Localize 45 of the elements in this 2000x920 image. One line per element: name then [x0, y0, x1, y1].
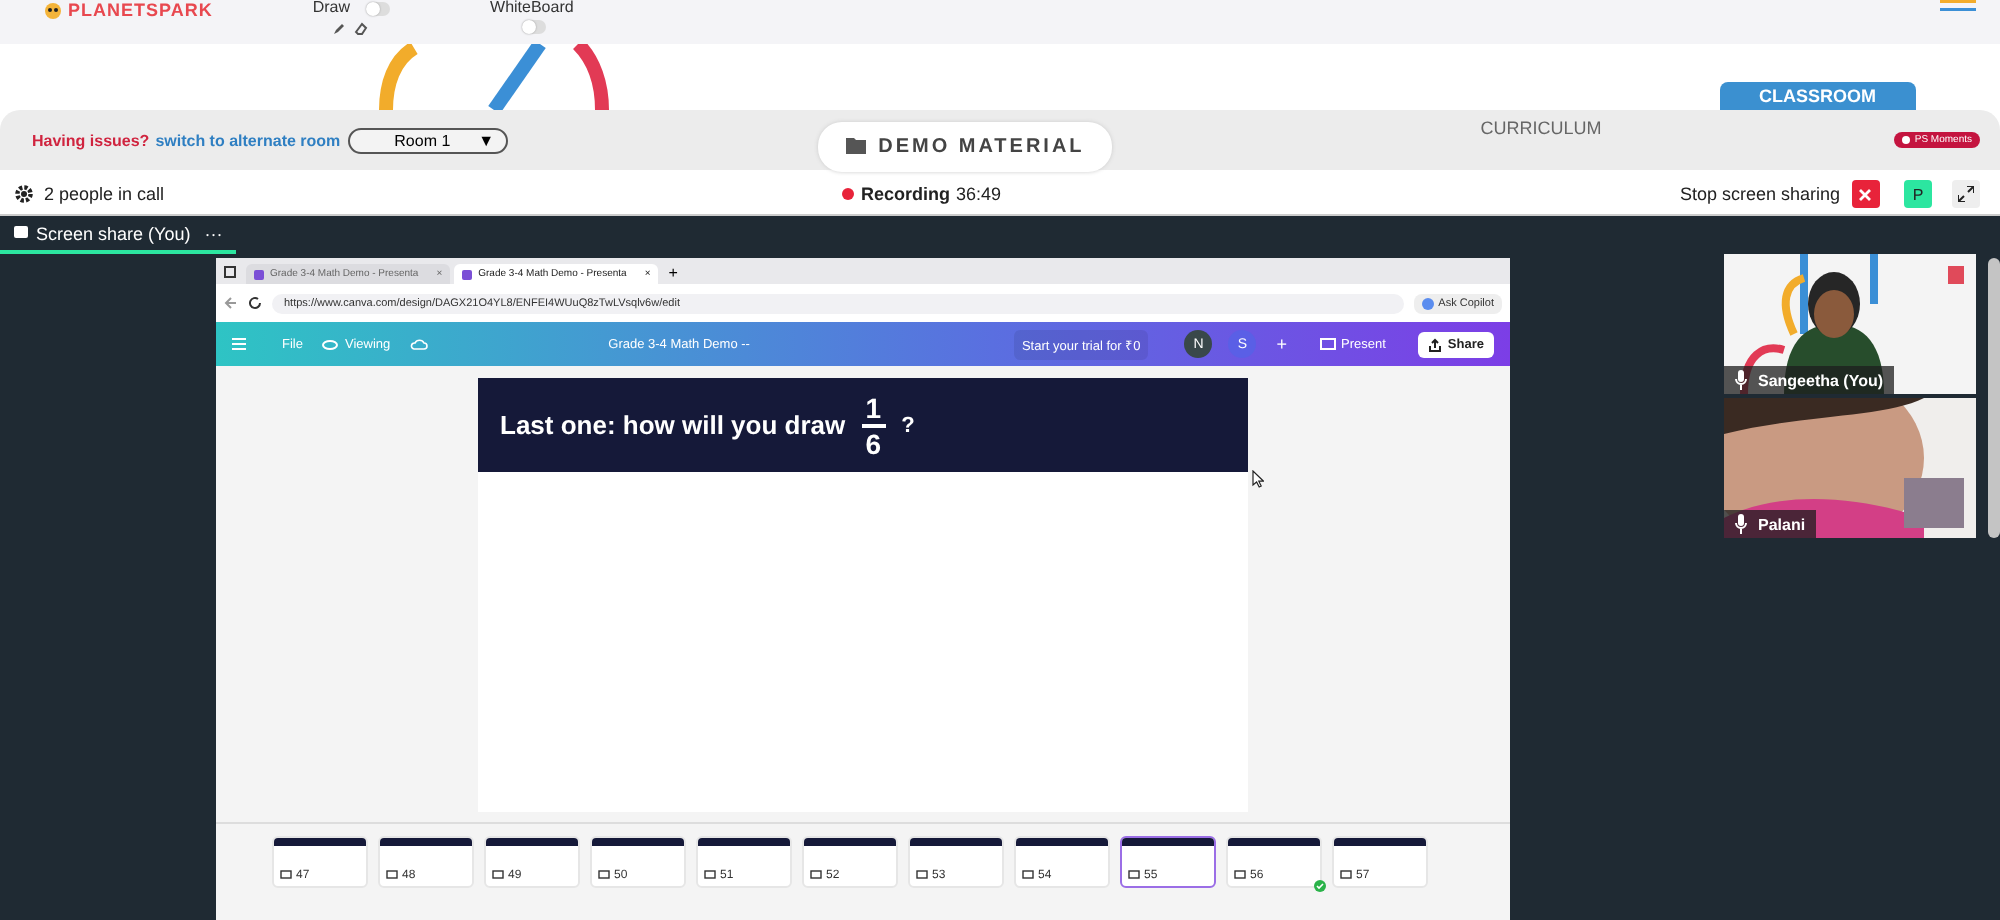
scrollbar[interactable] [1988, 258, 2000, 538]
toggle-switch[interactable] [522, 20, 547, 34]
eye-icon [322, 339, 339, 349]
microphone-icon [1734, 370, 1748, 390]
microphone-icon [1734, 514, 1748, 534]
close-button[interactable] [1851, 180, 1880, 208]
settings-icon[interactable] [14, 184, 34, 204]
eraser-icon[interactable] [354, 22, 369, 36]
slide-question: Last one: how will you draw [500, 410, 846, 440]
stop-sharing-text: Stop screen sharing [1679, 184, 1840, 204]
logo: PLANETSPARK [44, 0, 213, 20]
reload-icon[interactable] [248, 296, 262, 310]
pencil-icon[interactable] [332, 22, 347, 36]
people-count: 2 people in call [44, 184, 165, 204]
recording-dot [842, 188, 855, 200]
screen-icon [1319, 337, 1336, 351]
close-icon [1858, 187, 1873, 201]
copilot-icon [1422, 297, 1435, 309]
expand-button[interactable] [1951, 180, 1980, 208]
recording-time: 36:49 [955, 184, 1002, 204]
participant-name: Sangeetha (You) [1724, 366, 1894, 394]
cloud-icon[interactable] [410, 338, 429, 350]
cursor-icon [1252, 470, 1264, 488]
upload-icon [1427, 337, 1442, 351]
question-mark: ? [901, 413, 915, 437]
screen-icon [14, 226, 28, 240]
room-tab[interactable]: CURRICULUM [1468, 116, 1614, 140]
back-icon[interactable] [224, 296, 238, 310]
alternate-room-link[interactable]: switch to alternate room [155, 131, 341, 149]
menu-icon[interactable] [1940, 0, 1976, 12]
whiteboard-label: WhiteBoard [490, 0, 574, 16]
issue-text: Having issues? [32, 131, 150, 149]
recording-label: Recording [860, 184, 950, 204]
user-avatar[interactable]: P [1903, 180, 1932, 208]
draw-label: Draw [312, 0, 351, 16]
fraction: 1 6 [861, 391, 886, 459]
folder-icon [846, 138, 867, 154]
tab-list-icon[interactable] [224, 266, 236, 278]
new-tab-button[interactable]: + [662, 264, 678, 284]
demo-material-button[interactable]: DEMO MATERIAL [818, 121, 1113, 171]
add-collaborator-button[interactable]: + [1276, 334, 1288, 354]
participant-name: Palani [1724, 510, 1816, 538]
toggle-switch[interactable] [366, 1, 391, 15]
screen-share-tab[interactable]: Screen share (You) ··· [0, 216, 237, 254]
room-select[interactable]: Room 1 ▼ [348, 127, 509, 153]
